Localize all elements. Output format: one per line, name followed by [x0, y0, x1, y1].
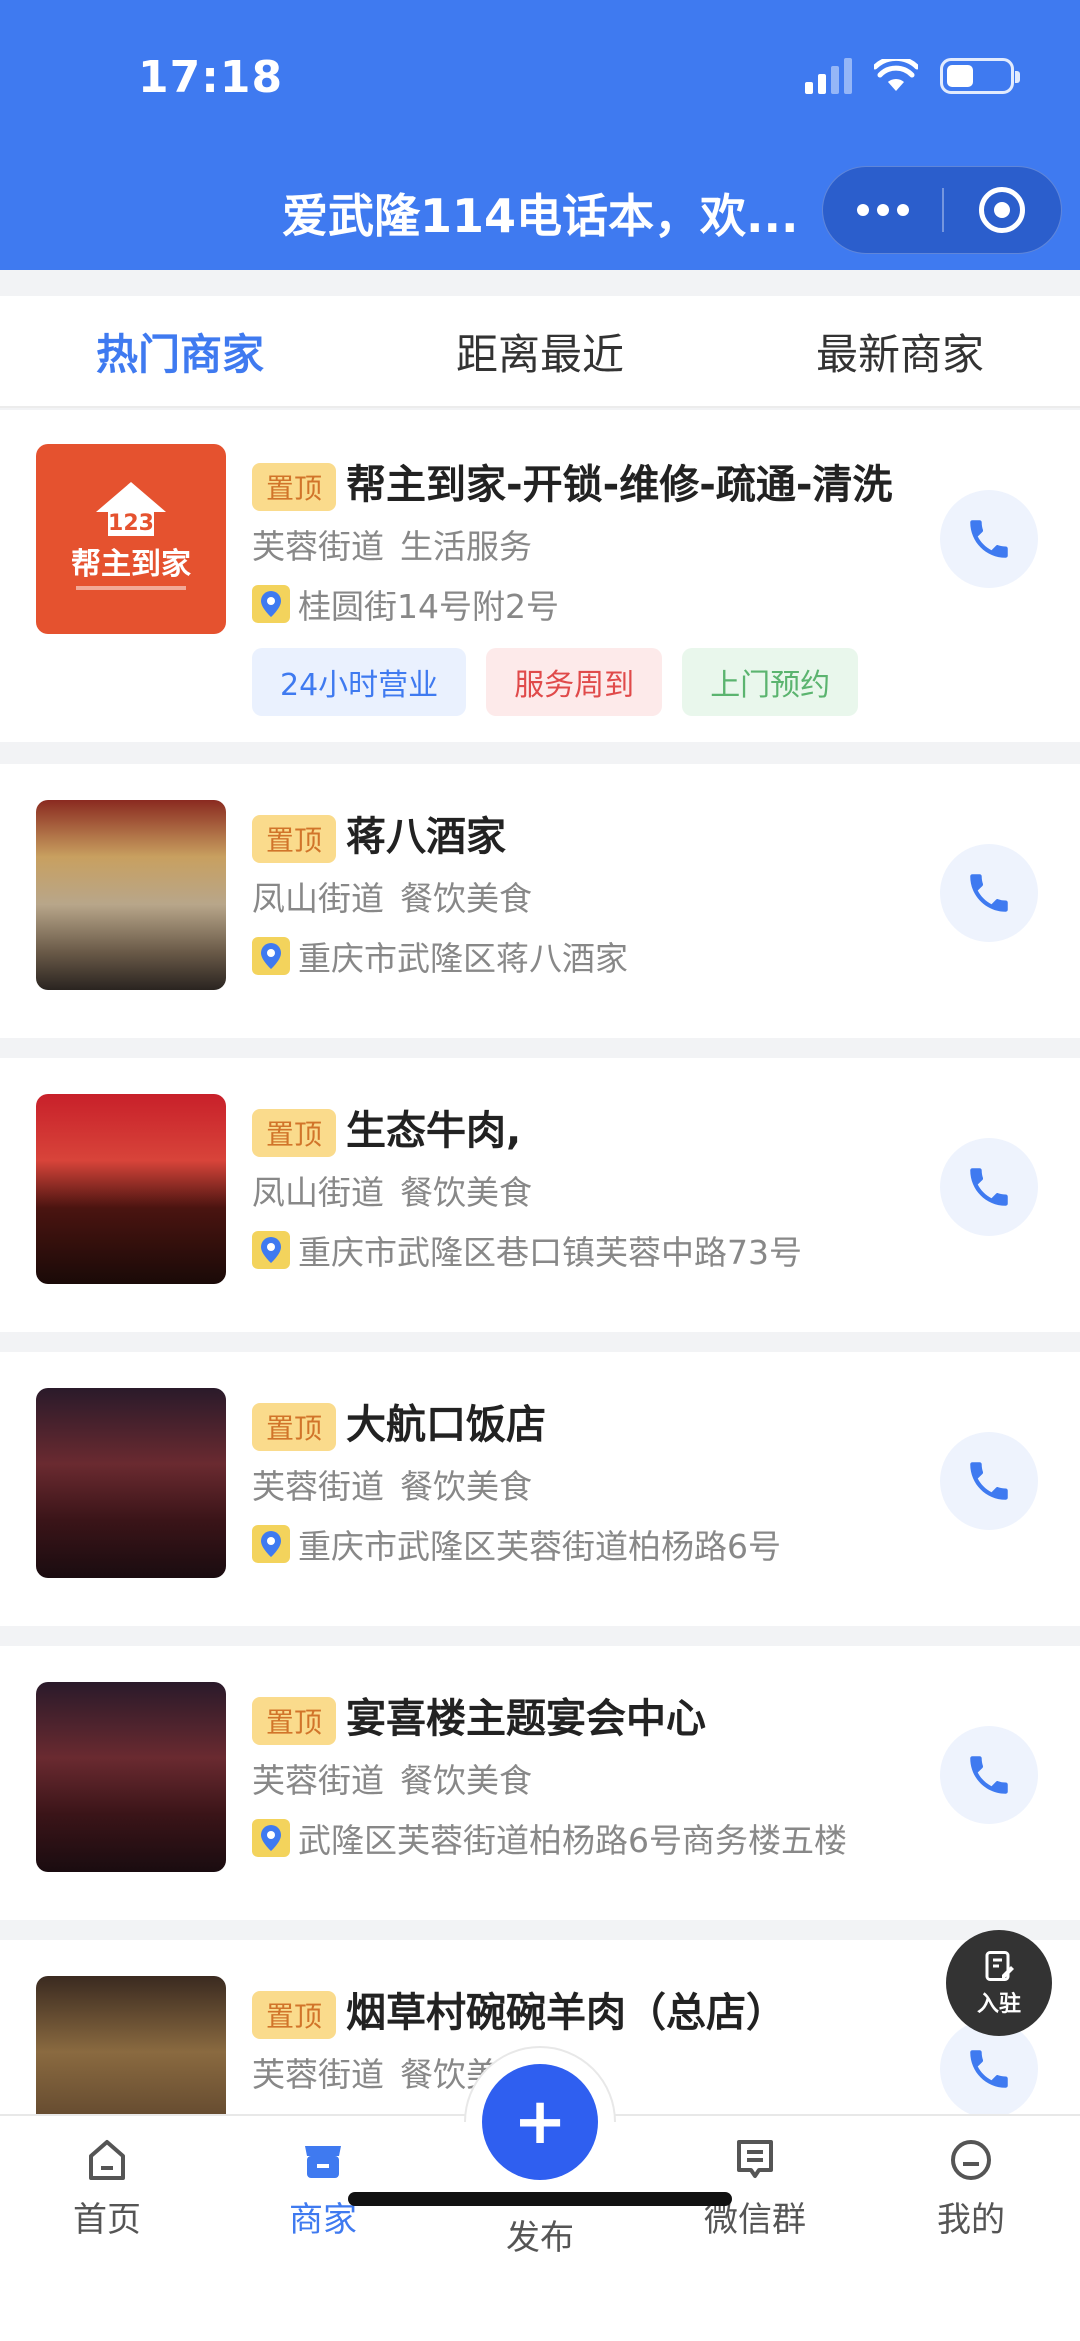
merchant-meta: 凤山街道 餐饮美食	[252, 879, 532, 918]
phone-icon	[970, 1462, 1008, 1500]
call-button[interactable]	[940, 1432, 1038, 1530]
pin-badge: 置顶	[252, 463, 337, 511]
wifi-icon	[874, 59, 918, 91]
edit-icon	[985, 1951, 1014, 1981]
merchant-name: 置顶 生态牛肉,	[252, 1098, 521, 1157]
merchant-photo	[36, 1976, 226, 2114]
phone-icon	[970, 1168, 1008, 1206]
merchant-photo	[36, 1682, 226, 1872]
call-button[interactable]	[940, 1726, 1038, 1824]
merchant-name: 置顶 烟草村碗碗羊肉（总店）	[252, 1980, 786, 2039]
page-title: 爱武隆114电话本，欢...	[282, 189, 799, 243]
call-button[interactable]	[940, 490, 1038, 588]
location-icon	[252, 1525, 290, 1563]
mini-program-capsule	[822, 166, 1062, 254]
tag-list: 24小时营业 服务周到 上门预约	[252, 648, 859, 716]
phone-icon	[970, 2050, 1008, 2088]
merchant-address: 重庆市武隆区巷口镇芙蓉中路73号	[252, 1226, 802, 1274]
phone-icon	[970, 520, 1008, 558]
close-icon[interactable]	[944, 167, 1061, 253]
status-time: 17:18	[138, 52, 284, 103]
shop-icon	[305, 2146, 341, 2178]
plus-icon: +	[513, 2085, 567, 2159]
bottom-nav: 首页 商家 + 发布 微信群 我的	[0, 2046, 1080, 2341]
nav-home[interactable]: 首页	[32, 2136, 182, 2241]
tab-bar: 热门商家 距离最近 最新商家	[0, 296, 1080, 408]
merchant-address: 武隆区芙蓉街道柏杨路6号商务楼五楼	[252, 1814, 847, 1862]
tag-good-service: 服务周到	[486, 648, 663, 716]
pin-badge: 置顶	[252, 1991, 337, 2039]
location-icon	[252, 1231, 290, 1269]
tab-hot-merchants[interactable]: 热门商家	[0, 296, 360, 406]
status-icons	[805, 58, 1020, 94]
pin-badge: 置顶	[252, 1109, 337, 1157]
logo-text: 帮主到家	[71, 547, 191, 582]
join-button[interactable]: 入驻	[946, 1930, 1052, 2036]
svg-text:123: 123	[108, 511, 154, 536]
merchant-meta: 芙蓉街道 餐饮美食	[252, 1761, 532, 1800]
merchant-photo	[36, 1388, 226, 1578]
merchant-address: 重庆市武隆区蒋八酒家	[252, 932, 628, 980]
call-button[interactable]	[940, 844, 1038, 942]
group-chat-icon	[737, 2140, 773, 2178]
merchant-name: 置顶 帮主到家-开锁-维修-疏通-清洗	[252, 452, 892, 511]
merchant-name: 置顶 大航口饭店	[252, 1392, 546, 1451]
more-icon[interactable]	[823, 167, 942, 253]
merchant-meta: 芙蓉街道 餐饮美食	[252, 1467, 532, 1506]
merchant-photo	[36, 1094, 226, 1284]
list-item[interactable]: 置顶 生态牛肉, 凤山街道 餐饮美食 重庆市武隆区巷口镇芙蓉中路73号	[0, 1058, 1080, 1332]
pin-badge: 置顶	[252, 1697, 337, 1745]
publish-button[interactable]: +	[482, 2064, 598, 2180]
call-button[interactable]	[940, 1138, 1038, 1236]
location-icon	[252, 585, 290, 623]
merchant-meta: 芙蓉街道 餐饮美	[252, 2055, 499, 2094]
publish-label: 发布	[506, 2218, 574, 2258]
list-item[interactable]: 置顶 蒋八酒家 凤山街道 餐饮美食 重庆市武隆区蒋八酒家	[0, 764, 1080, 1038]
phone-icon	[970, 874, 1008, 912]
home-indicator	[348, 2192, 732, 2206]
nav-merchants[interactable]: 商家	[248, 2136, 398, 2241]
merchant-name: 置顶 宴喜楼主题宴会中心	[252, 1686, 706, 1745]
phone-icon	[970, 1756, 1008, 1794]
battery-icon	[940, 58, 1020, 94]
merchant-meta: 凤山街道 餐饮美食	[252, 1173, 532, 1212]
location-icon	[252, 1819, 290, 1857]
merchant-meta: 芙蓉街道 生活服务	[252, 527, 532, 566]
nav-wechat-group[interactable]: 微信群	[680, 2136, 830, 2241]
merchant-logo: 123 帮主到家	[36, 444, 226, 634]
page: 17:18 爱武隆114电话本，欢... 热门商家 距离最近 最新商家 123 …	[0, 0, 1080, 2341]
merchant-photo	[36, 800, 226, 990]
merchant-address: 重庆市武隆区芙蓉街道柏杨路6号	[252, 1520, 781, 1568]
pin-badge: 置顶	[252, 1403, 337, 1451]
profile-icon	[951, 2140, 991, 2180]
home-icon	[89, 2140, 125, 2180]
location-icon	[252, 937, 290, 975]
pin-badge: 置顶	[252, 815, 337, 863]
list-item[interactable]: 123 帮主到家 置顶 帮主到家-开锁-维修-疏通-清洗 芙蓉街道 生活服务 桂圆街…	[0, 410, 1080, 742]
list-item[interactable]: 置顶 大航口饭店 芙蓉街道 餐饮美食 重庆市武隆区芙蓉街道柏杨路6号	[0, 1352, 1080, 1626]
nav-mine[interactable]: 我的	[896, 2136, 1046, 2241]
tab-newest[interactable]: 最新商家	[720, 296, 1080, 406]
tab-nearest[interactable]: 距离最近	[360, 296, 720, 406]
list-item[interactable]: 置顶 宴喜楼主题宴会中心 芙蓉街道 餐饮美食 武隆区芙蓉街道柏杨路6号商务楼五楼	[0, 1646, 1080, 1920]
merchant-address: 桂圆街14号附2号	[252, 580, 559, 628]
tag-appointment: 上门预约	[682, 648, 859, 716]
header: 17:18 爱武隆114电话本，欢...	[0, 0, 1080, 270]
signal-icon	[805, 58, 852, 94]
join-label: 入驻	[976, 1992, 1021, 2017]
tag-24h: 24小时营业	[252, 648, 467, 716]
merchant-name: 置顶 蒋八酒家	[252, 804, 506, 863]
